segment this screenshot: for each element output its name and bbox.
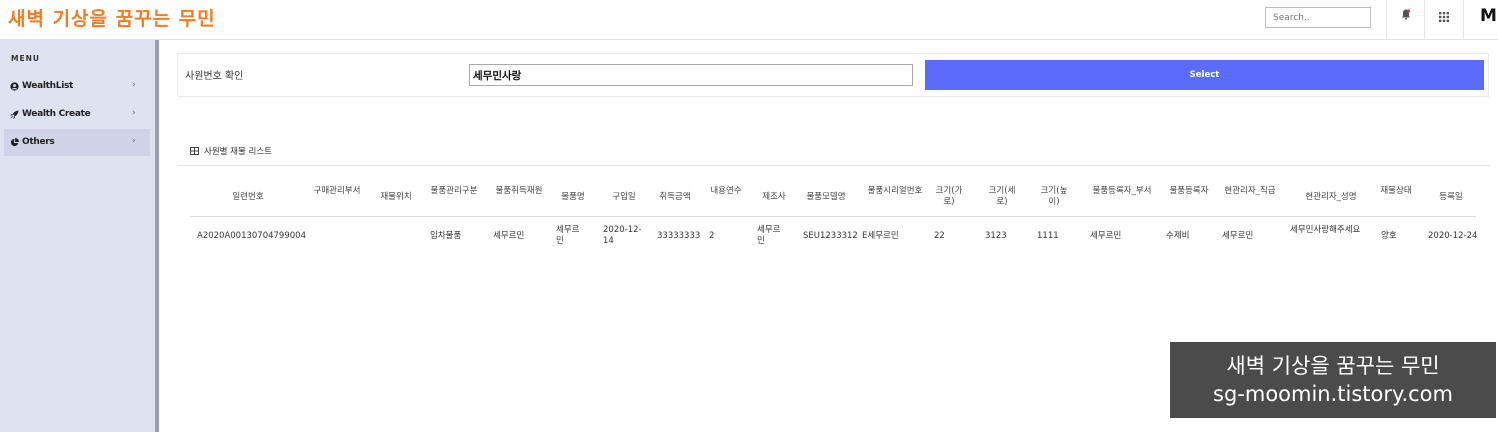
table-cell: A2020A00130704799004 bbox=[197, 231, 306, 241]
table-cell: E세무르민 bbox=[862, 231, 899, 241]
divider bbox=[1386, 0, 1387, 40]
sidebar-scrollbar[interactable] bbox=[155, 40, 159, 432]
column-header[interactable]: 내용연수 bbox=[708, 186, 744, 197]
table-icon bbox=[190, 147, 199, 155]
divider bbox=[1463, 0, 1464, 40]
sidebar-item-wealthlist[interactable]: WealthList › bbox=[4, 73, 150, 100]
table-cell: 세무르민 bbox=[493, 231, 525, 241]
column-header[interactable]: 물품관리구분 bbox=[428, 186, 480, 197]
table-cell: 세무르민 bbox=[757, 225, 781, 246]
section-title: 사원별 재물 리스트 bbox=[204, 147, 272, 157]
search-input[interactable] bbox=[1265, 7, 1371, 28]
column-header[interactable]: 현관리자_성명 bbox=[1294, 192, 1368, 203]
notification-bell-icon[interactable] bbox=[1401, 9, 1411, 20]
column-header[interactable]: 등록일 bbox=[1430, 192, 1472, 203]
table-cell: 세무르민 bbox=[1222, 231, 1254, 241]
divider bbox=[177, 165, 1490, 166]
table-cell: 22 bbox=[934, 231, 945, 241]
top-navbar: 새벽 기상을 꿈꾸는 무민 M bbox=[0, 0, 1498, 40]
column-header[interactable]: 구매관리부서 bbox=[312, 186, 362, 197]
table-cell: 1111 bbox=[1037, 231, 1059, 241]
table-cell: 세무민사랑해주세요 bbox=[1290, 225, 1361, 235]
column-header[interactable]: 크기(높이) bbox=[1037, 186, 1071, 208]
watermark-url: sg-moomin.tistory.com bbox=[1213, 382, 1453, 406]
select-button[interactable]: Select bbox=[925, 60, 1484, 90]
column-header[interactable]: 물품명 bbox=[554, 192, 592, 203]
divider bbox=[1424, 0, 1425, 40]
employee-number-input[interactable] bbox=[469, 64, 913, 86]
table-cell: 3123 bbox=[985, 231, 1007, 241]
apps-grid-icon[interactable] bbox=[1439, 12, 1449, 22]
table-cell: 2020-12-24 bbox=[1428, 231, 1478, 241]
table-cell: 2020-12-14 bbox=[603, 225, 642, 246]
table-cell: 2 bbox=[709, 231, 715, 241]
column-header[interactable]: 크기(가로) bbox=[932, 186, 966, 208]
column-header[interactable]: 일련번호 bbox=[218, 192, 278, 203]
watermark: 새벽 기상을 꿈꾸는 무민 sg-moomin.tistory.com bbox=[1170, 342, 1496, 418]
column-header[interactable]: 물품모델명 bbox=[799, 192, 853, 203]
column-header[interactable]: 제조사 bbox=[756, 192, 792, 203]
sidebar-item-label: Others bbox=[22, 137, 55, 147]
column-header[interactable]: 현관리자_직급 bbox=[1222, 186, 1278, 197]
column-header[interactable]: 재물상태 bbox=[1380, 186, 1412, 197]
sidebar-item-wealth-create[interactable]: Wealth Create › bbox=[4, 101, 150, 128]
table-cell: 양호 bbox=[1381, 231, 1397, 241]
column-header[interactable]: 물품취득재원 bbox=[491, 186, 547, 197]
column-header[interactable]: 재물위치 bbox=[372, 192, 420, 203]
sidebar-item-others[interactable]: Others › bbox=[4, 129, 150, 156]
pie-chart-icon bbox=[10, 138, 19, 147]
table-cell: 33333333 bbox=[657, 231, 701, 241]
watermark-title: 새벽 기상을 꿈꾸는 무민 bbox=[1226, 354, 1440, 378]
employee-number-label: 사원번호 확인 bbox=[185, 71, 244, 82]
column-header[interactable]: 구입일 bbox=[604, 192, 644, 203]
user-avatar[interactable]: M bbox=[1480, 6, 1497, 26]
chevron-right-icon: › bbox=[132, 108, 136, 118]
table-cell: 세무르민 bbox=[1090, 231, 1122, 241]
column-header[interactable]: 물품등록자_부서 bbox=[1090, 186, 1154, 197]
brand-title[interactable]: 새벽 기상을 꿈꾸는 무민 bbox=[8, 4, 216, 31]
table-cell: 임차물품 bbox=[430, 231, 462, 241]
table-cell: 수제비 bbox=[1166, 231, 1190, 241]
table-cell: SEU1233312 bbox=[803, 231, 858, 241]
chevron-right-icon: › bbox=[132, 136, 136, 146]
column-header[interactable]: 물품등록자 bbox=[1166, 186, 1212, 197]
sidebar-menu-heading: MENU bbox=[11, 54, 40, 63]
sidebar-item-label: Wealth Create bbox=[22, 109, 91, 119]
column-header[interactable]: 물품시리얼번호 bbox=[862, 186, 928, 197]
divider bbox=[190, 216, 1476, 217]
rocket-icon bbox=[10, 110, 19, 119]
column-header[interactable]: 취득금액 bbox=[652, 192, 698, 203]
sidebar-item-label: WealthList bbox=[22, 81, 74, 91]
user-circle-icon bbox=[10, 82, 19, 91]
chevron-right-icon: › bbox=[132, 80, 136, 90]
table-cell: 세무르민 bbox=[556, 225, 580, 246]
column-header[interactable]: 크기(세로) bbox=[985, 186, 1019, 208]
